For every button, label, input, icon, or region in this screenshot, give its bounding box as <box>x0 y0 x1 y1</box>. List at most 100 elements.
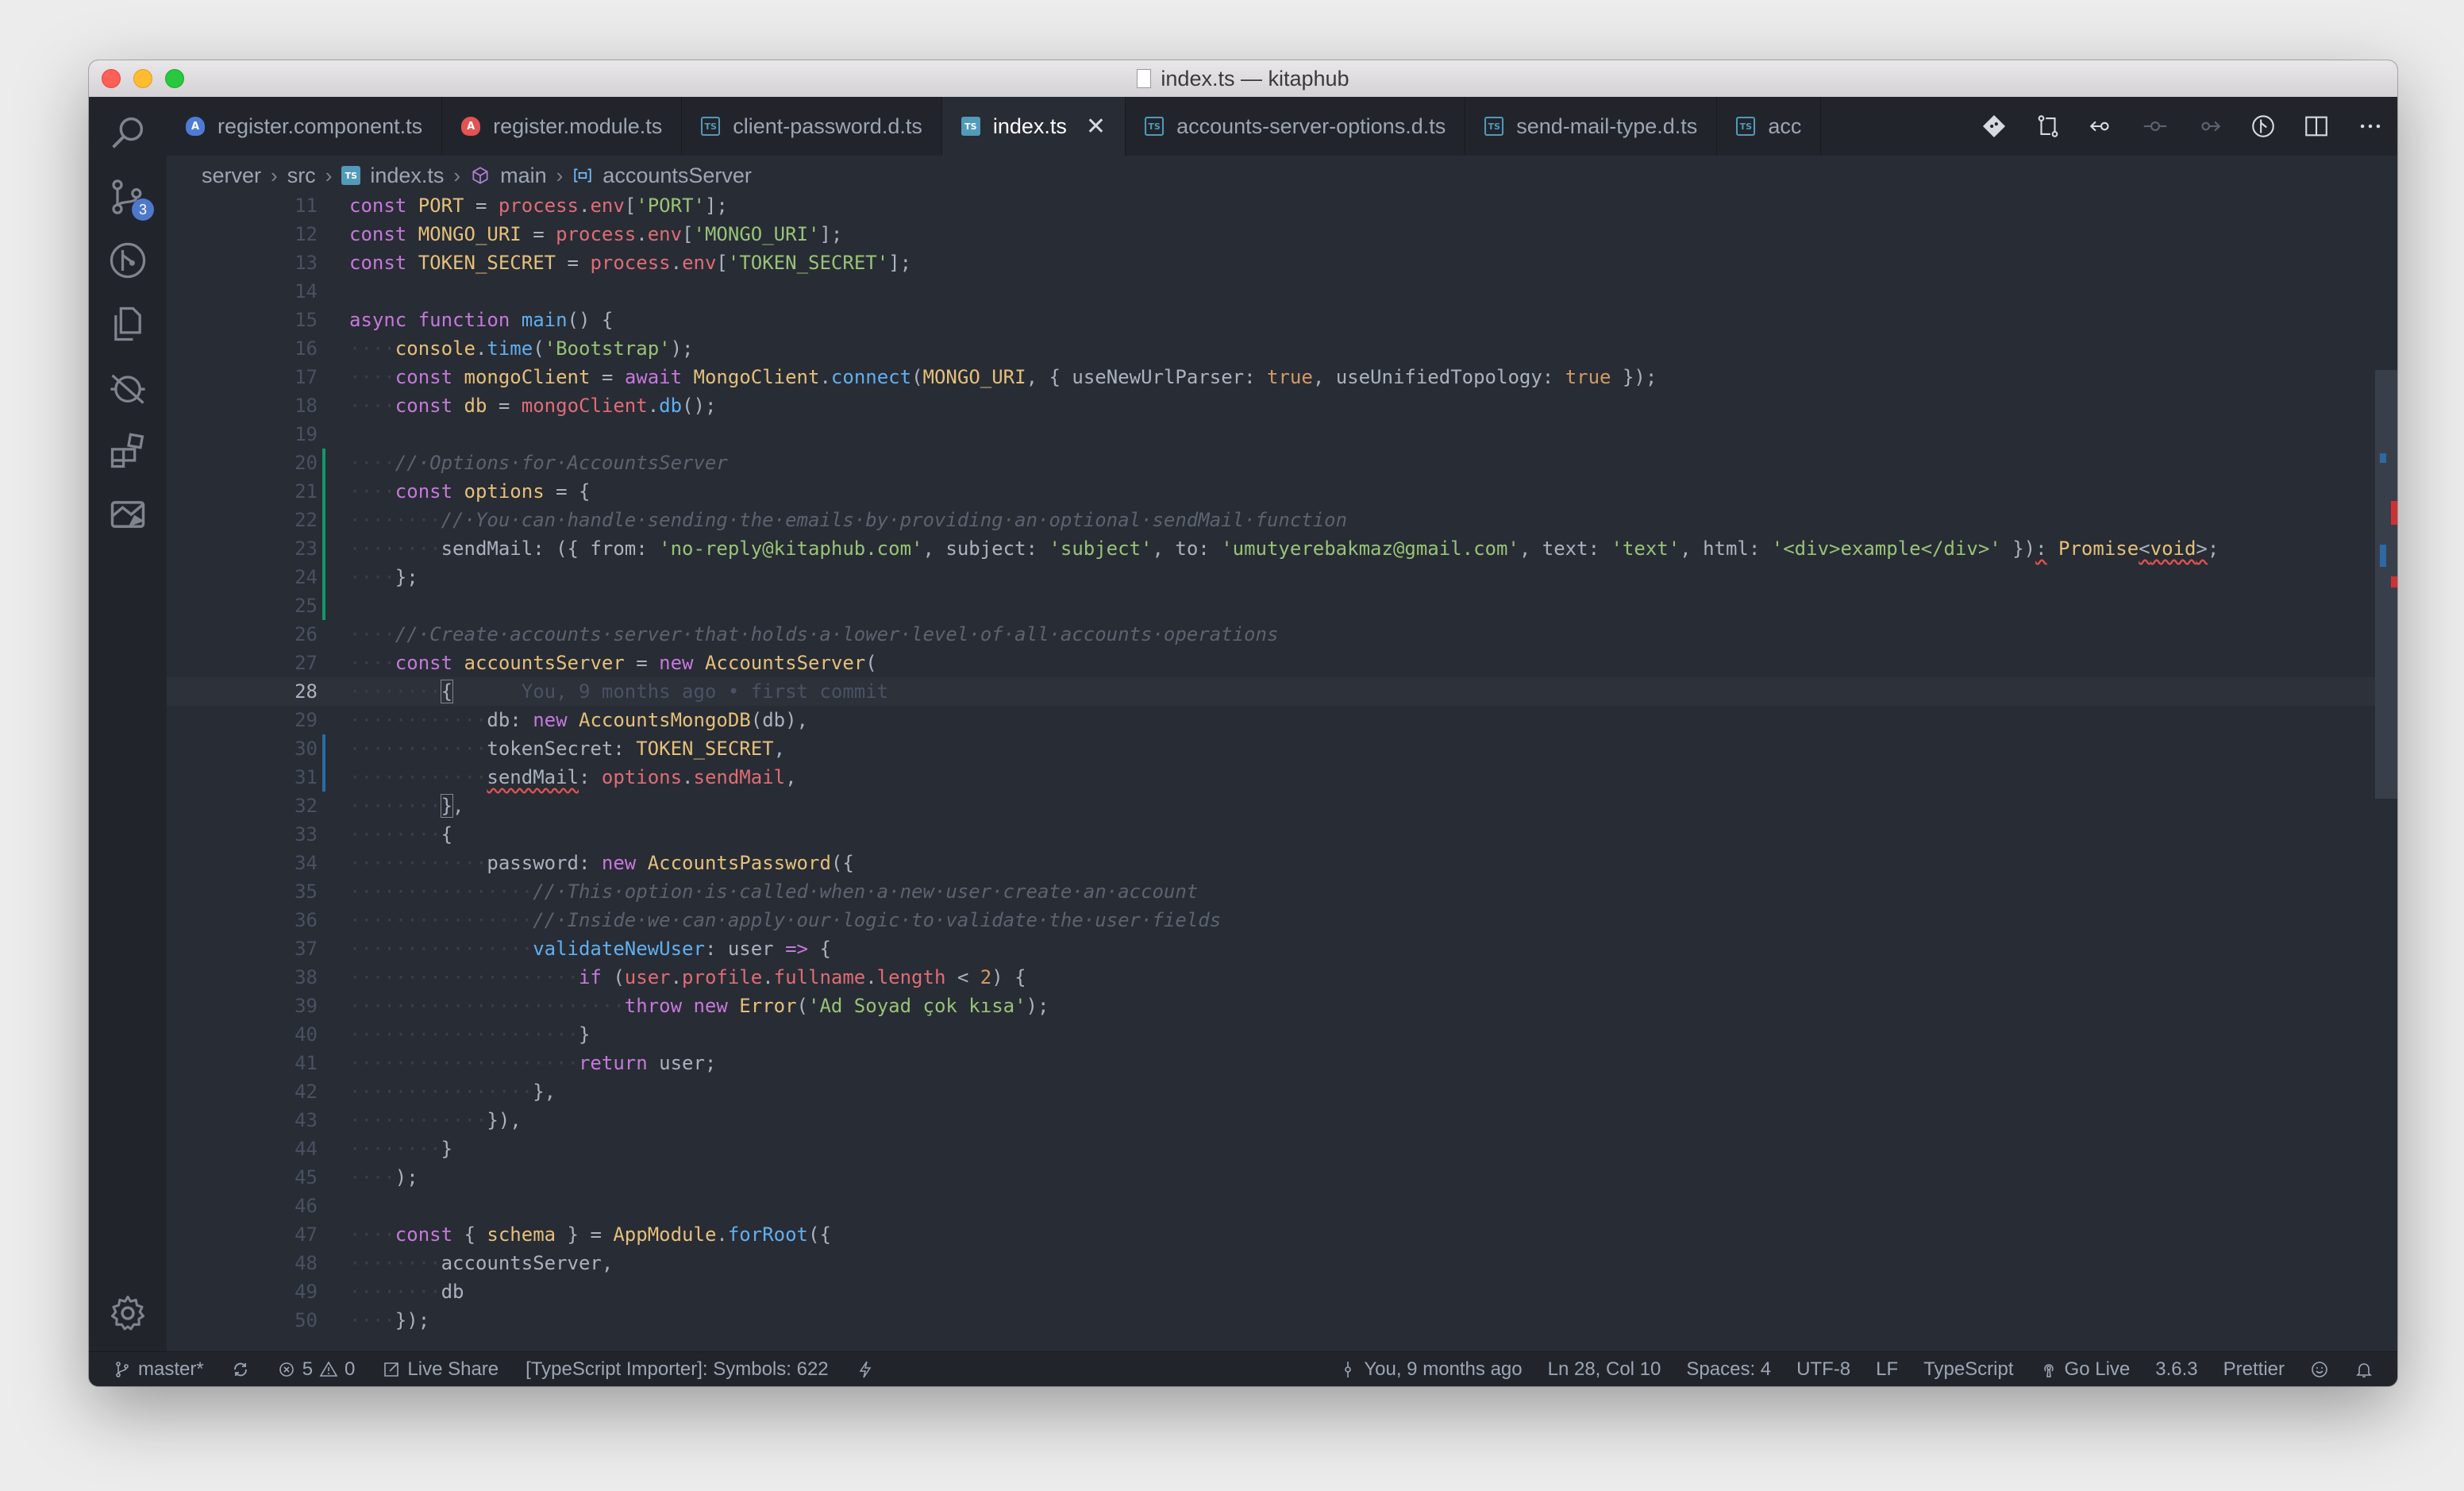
code-line[interactable]: 40 ····················} <box>167 1020 2375 1049</box>
code-line[interactable]: 12 const MONGO_URI = process.env['MONGO_U… <box>167 220 2375 248</box>
split-editor-icon[interactable] <box>2303 113 2330 140</box>
code-line[interactable]: 26 ····//·Create·accounts·server·that·hol… <box>167 620 2375 649</box>
code-line[interactable]: 32 ········}, <box>167 792 2375 820</box>
tab-register-module[interactable]: A register.module.ts <box>442 97 683 156</box>
code-line[interactable]: 48 ········accountsServer, <box>167 1249 2375 1277</box>
line-number[interactable]: 49 <box>167 1277 319 1306</box>
git-diamond-icon[interactable] <box>1981 113 2008 140</box>
activity-debug[interactable] <box>89 356 167 419</box>
code-line[interactable]: 45 ····); <box>167 1163 2375 1192</box>
cursor-position-status[interactable]: Ln 28, Col 10 <box>1548 1358 1661 1381</box>
line-number[interactable]: 15 <box>167 306 319 334</box>
line-number[interactable]: 16 <box>167 334 319 363</box>
code-line[interactable]: 29 ············db: new AccountsMongoDB(db… <box>167 706 2375 734</box>
tab-client-password[interactable]: TS client-password.d.ts <box>682 97 942 156</box>
code-line[interactable]: 30 ············tokenSecret: TOKEN_SECRET, <box>167 734 2375 763</box>
activity-git-graph[interactable] <box>89 229 167 292</box>
code-line[interactable]: 44 ········} <box>167 1135 2375 1163</box>
code-line[interactable]: 43 ············}), <box>167 1106 2375 1135</box>
line-number[interactable]: 42 <box>167 1077 319 1106</box>
line-number[interactable]: 45 <box>167 1163 319 1192</box>
code-line[interactable]: 47 ····const { schema } = AppModule.forRo… <box>167 1220 2375 1249</box>
code-line[interactable]: 35 ················//·This·option·is·call… <box>167 877 2375 906</box>
line-number[interactable]: 40 <box>167 1020 319 1049</box>
line-number[interactable]: 47 <box>167 1220 319 1249</box>
line-number[interactable]: 26 <box>167 620 319 649</box>
code-line[interactable]: 21 ····const options = { <box>167 477 2375 506</box>
line-number[interactable]: 43 <box>167 1106 319 1135</box>
line-number[interactable]: 32 <box>167 792 319 820</box>
line-number[interactable]: 20 <box>167 449 319 477</box>
line-number[interactable]: 48 <box>167 1249 319 1277</box>
tab-register-component[interactable]: A register.component.ts <box>167 97 443 156</box>
line-number[interactable]: 12 <box>167 220 319 248</box>
code-line[interactable]: 13 const TOKEN_SECRET = process.env['TOKE… <box>167 248 2375 277</box>
code-line[interactable]: 28 ········{ You, 9 months ago • first co… <box>167 677 2375 706</box>
activity-extensions[interactable] <box>89 419 167 483</box>
go-back-icon[interactable] <box>2088 113 2115 140</box>
line-number[interactable]: 21 <box>167 477 319 506</box>
ts-importer-status[interactable]: [TypeScript Importer]: Symbols: 622 <box>526 1358 828 1381</box>
code-line[interactable]: 27 ····const accountsServer = new Account… <box>167 649 2375 677</box>
code-line[interactable]: 39 ························throw new Erro… <box>167 992 2375 1020</box>
code-line[interactable]: 36 ················//·Inside·we·can·apply… <box>167 906 2375 934</box>
tab-send-mail-type[interactable]: TS send-mail-type.d.ts <box>1465 97 1718 156</box>
feedback-status[interactable] <box>2310 1360 2329 1379</box>
gutter-modified-indicator[interactable] <box>322 763 325 792</box>
gutter-modified-indicator[interactable] <box>322 734 325 763</box>
code-line[interactable]: 14 <box>167 277 2375 306</box>
code-line[interactable]: 17 ····const mongoClient = await MongoCli… <box>167 363 2375 391</box>
breadcrumb-item[interactable]: main <box>500 164 547 188</box>
activity-explorer-search[interactable] <box>89 102 167 165</box>
code-line[interactable]: 49 ········db <box>167 1277 2375 1306</box>
code-line[interactable]: 50 ····}); <box>167 1306 2375 1335</box>
code-line[interactable]: 46 <box>167 1192 2375 1220</box>
code-line[interactable]: 34 ············password: new AccountsPass… <box>167 849 2375 877</box>
activity-explorer[interactable] <box>89 292 167 356</box>
line-number[interactable]: 41 <box>167 1049 319 1077</box>
line-number[interactable]: 46 <box>167 1192 319 1220</box>
sync-status[interactable] <box>231 1360 250 1379</box>
tab-index[interactable]: TS index.ts ✕ <box>941 97 1126 156</box>
line-number[interactable]: 37 <box>167 934 319 963</box>
line-number[interactable]: 39 <box>167 992 319 1020</box>
compare-changes-icon[interactable] <box>2035 113 2062 140</box>
breadcrumb-item[interactable]: index.ts <box>370 164 444 188</box>
line-number[interactable]: 28 <box>167 677 319 706</box>
activity-remote-explorer[interactable] <box>89 483 167 546</box>
git-branch-status[interactable]: master* <box>113 1358 204 1381</box>
activity-source-control[interactable]: 3 <box>89 165 167 229</box>
code-line[interactable]: 15 async function main() { <box>167 306 2375 334</box>
line-number[interactable]: 36 <box>167 906 319 934</box>
formatter-status[interactable]: Prettier <box>2223 1358 2285 1381</box>
code-line[interactable]: 33 ········{ <box>167 820 2375 849</box>
notifications-status[interactable] <box>2354 1360 2374 1379</box>
gutter-added-indicator[interactable] <box>322 591 325 620</box>
commit-icon[interactable] <box>2142 113 2169 140</box>
line-number[interactable]: 44 <box>167 1135 319 1163</box>
code-line[interactable]: 31 ············sendMail: options.sendMail… <box>167 763 2375 792</box>
line-number[interactable]: 18 <box>167 391 319 420</box>
breadcrumb-item[interactable]: server <box>202 164 261 188</box>
line-number[interactable]: 34 <box>167 849 319 877</box>
lightning-status[interactable] <box>856 1360 875 1379</box>
line-number[interactable]: 30 <box>167 734 319 763</box>
line-number[interactable]: 19 <box>167 420 319 449</box>
code-line[interactable]: 41 ····················return user; <box>167 1049 2375 1077</box>
code-line[interactable]: 16 ····console.time('Bootstrap'); <box>167 334 2375 363</box>
indentation-status[interactable]: Spaces: 4 <box>1686 1358 1771 1381</box>
activity-settings[interactable] <box>89 1281 167 1345</box>
live-share-status[interactable]: Live Share <box>382 1358 499 1381</box>
code-line[interactable]: 20 ····//·Options·for·AccountsServer <box>167 449 2375 477</box>
line-number[interactable]: 31 <box>167 763 319 792</box>
code-line[interactable]: 18 ····const db = mongoClient.db(); <box>167 391 2375 420</box>
eol-status[interactable]: LF <box>1876 1358 1898 1381</box>
code-line[interactable]: 11 const PORT = process.env['PORT']; <box>167 195 2375 220</box>
line-number[interactable]: 29 <box>167 706 319 734</box>
go-forward-icon[interactable] <box>2196 113 2223 140</box>
code-editor[interactable]: 11 const PORT = process.env['PORT']; 12 con… <box>167 195 2397 1351</box>
gutter-added-indicator[interactable] <box>322 534 325 563</box>
more-actions-icon[interactable] <box>2357 113 2384 140</box>
breadcrumb-item[interactable]: accountsServer <box>603 164 752 188</box>
encoding-status[interactable]: UTF-8 <box>1796 1358 1850 1381</box>
